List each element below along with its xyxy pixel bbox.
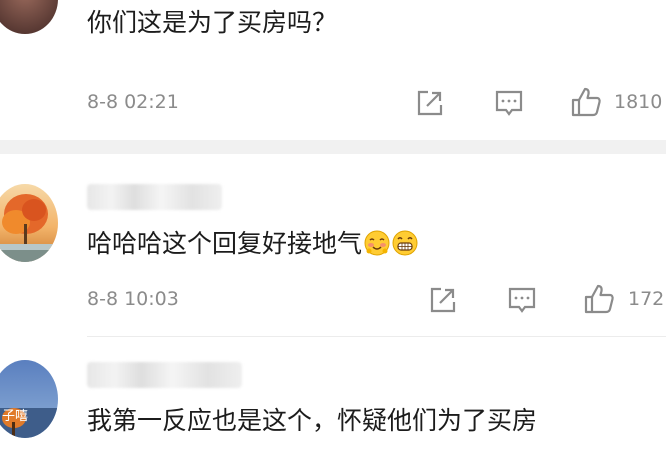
share-icon[interactable]	[428, 285, 458, 315]
like-count: 1810	[614, 91, 663, 113]
grinning-face-emoji	[392, 230, 418, 256]
comment-text: 哈哈哈这个回复好接地气	[87, 230, 418, 256]
comment-icon[interactable]	[507, 285, 537, 315]
avatar[interactable]	[0, 184, 58, 262]
comment-icon[interactable]	[494, 88, 524, 118]
section-divider	[0, 140, 666, 154]
thumbs-up-icon[interactable]	[583, 283, 614, 314]
blushing-face-emoji	[364, 230, 390, 256]
comment-text: 你们这是为了买房吗？	[87, 8, 338, 37]
row-divider	[87, 336, 666, 337]
avatar-caption: 子嘻	[2, 409, 29, 424]
thumbs-up-icon[interactable]	[570, 86, 601, 117]
comment-timestamp: 8-8 10:03	[87, 288, 179, 310]
like-count: 172	[628, 288, 665, 310]
avatar[interactable]	[0, 360, 58, 438]
username[interactable]	[87, 362, 242, 388]
share-icon[interactable]	[415, 88, 445, 118]
username[interactable]	[87, 184, 222, 210]
comment-timestamp: 8-8 02:21	[87, 91, 179, 113]
avatar[interactable]	[0, 0, 58, 34]
comment-text-content: 哈哈哈这个回复好接地气	[87, 228, 363, 258]
comment-text: 我第一反应也是这个，怀疑他们为了买房	[87, 406, 538, 435]
